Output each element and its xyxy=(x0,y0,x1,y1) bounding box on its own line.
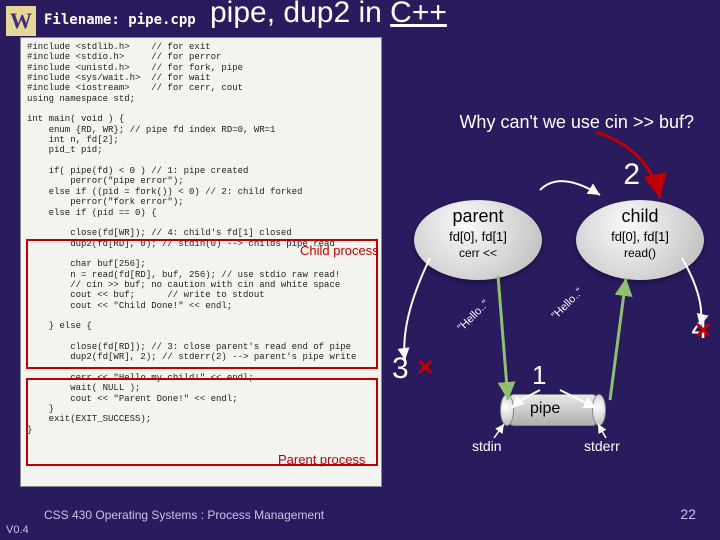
title-part-a: pipe, dup2 in xyxy=(210,0,390,29)
parent-fd: fd[0], fd[1] xyxy=(418,229,538,244)
uw-logo: W xyxy=(6,6,36,36)
page-number: 22 xyxy=(680,506,696,522)
x-mark-parent-read: ✕ xyxy=(416,355,434,381)
step-1: 1 xyxy=(532,360,546,391)
step-3: 3 xyxy=(392,352,409,386)
question-text: Why can't we use cin >> buf? xyxy=(459,112,694,133)
parent-process-label: Parent process xyxy=(278,452,365,467)
child-process-label: Child process xyxy=(300,243,379,258)
child-name: child xyxy=(580,206,700,227)
msg-pipe-to-child: "Hello.." xyxy=(549,286,585,322)
pipe-label: pipe xyxy=(530,400,560,418)
title-part-b: C++ xyxy=(390,0,447,29)
parent-name: parent xyxy=(418,206,538,227)
filename-label: Filename: pipe.cpp xyxy=(44,12,196,28)
footer-text: CSS 430 Operating Systems : Process Mana… xyxy=(44,508,324,522)
x-mark-child-write: ✕ xyxy=(694,318,712,344)
slide-title: pipe, dup2 in C++ xyxy=(210,0,447,30)
child-process-rect xyxy=(26,239,378,369)
stderr-label: stderr xyxy=(584,438,620,454)
parent-op: cerr << xyxy=(418,246,538,260)
pipe-cap-right xyxy=(592,394,606,426)
version-text: V0.4 xyxy=(6,524,29,536)
msg-parent-to-pipe: "Hello.." xyxy=(455,298,491,334)
child-node: child fd[0], fd[1] read() xyxy=(576,200,704,280)
pipe-cap-left xyxy=(500,394,514,426)
parent-node: parent fd[0], fd[1] cerr << xyxy=(414,200,542,280)
step-2: 2 xyxy=(623,158,640,192)
child-fd: fd[0], fd[1] xyxy=(580,229,700,244)
child-op: read() xyxy=(580,246,700,260)
stdin-label: stdin xyxy=(472,438,502,454)
